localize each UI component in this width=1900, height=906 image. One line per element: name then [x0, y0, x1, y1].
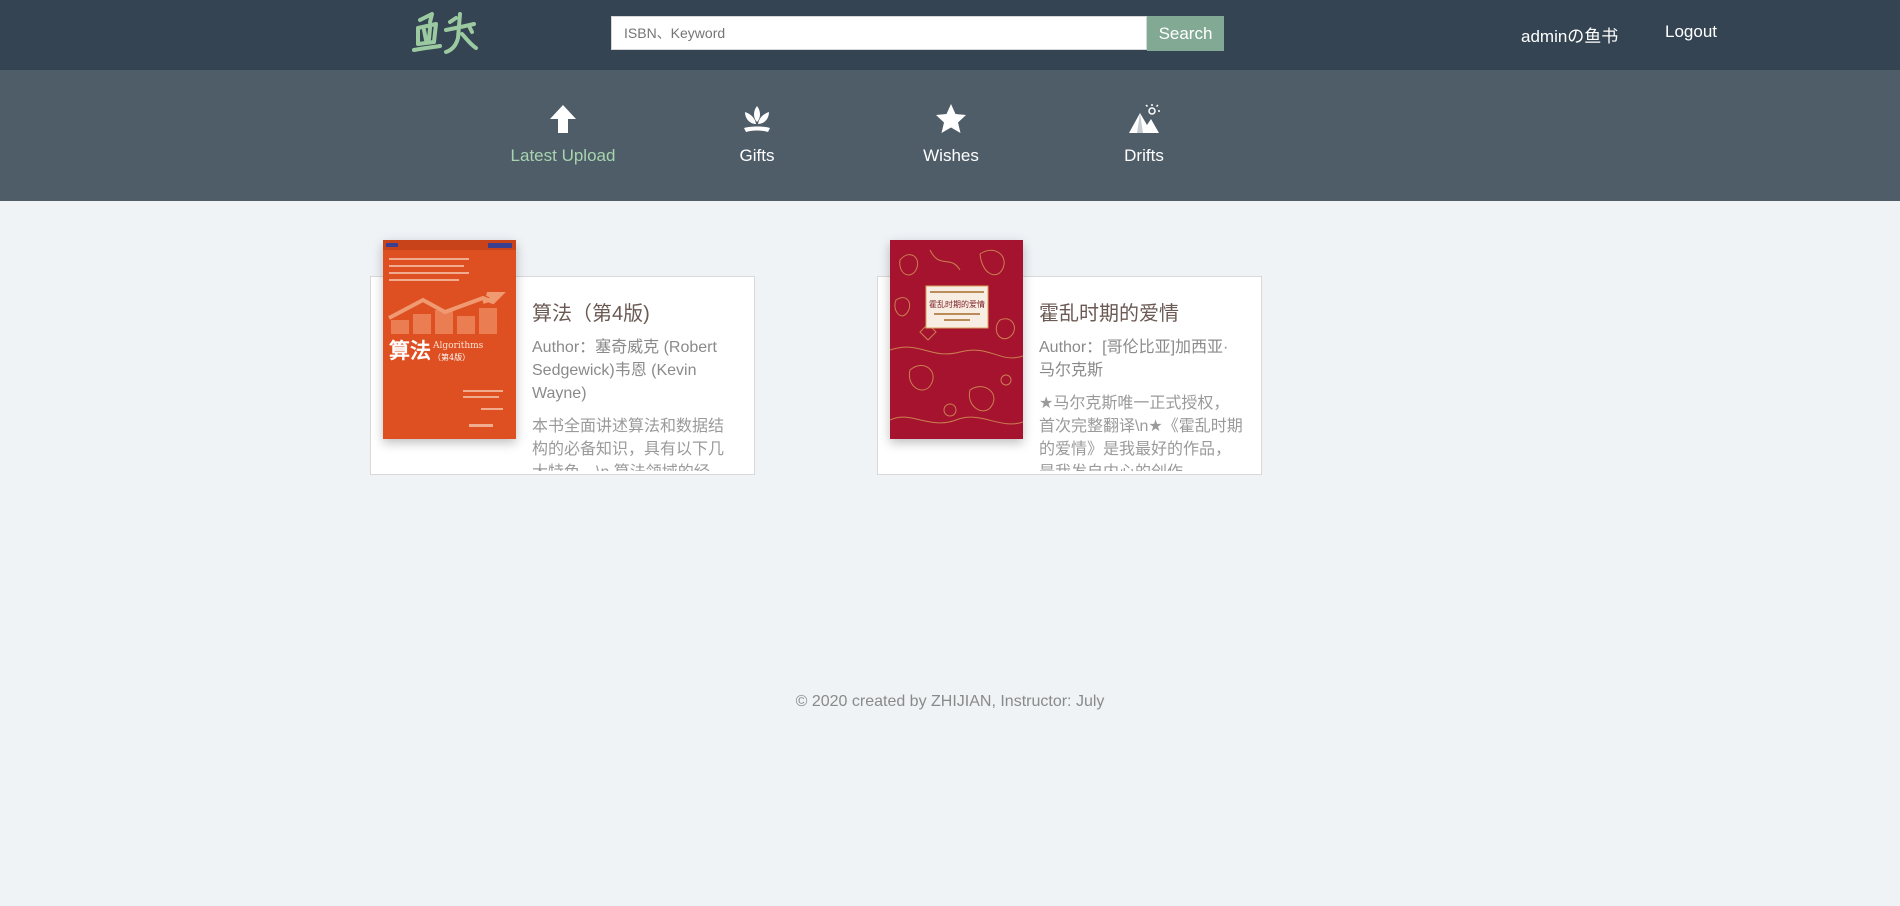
cover-title: 算法: [389, 338, 431, 363]
nav-gifts-label: Gifts: [739, 146, 775, 165]
nav-wishes-label: Wishes: [923, 146, 979, 165]
top-bar: Search adminの鱼书 Logout: [0, 0, 1900, 70]
book-title[interactable]: 算法（第4版): [532, 301, 737, 327]
nav-latest-upload[interactable]: Latest Upload: [498, 102, 628, 166]
category-nav: Latest Upload Gifts Wishes Drifts: [0, 70, 1900, 201]
search-input[interactable]: [611, 16, 1147, 50]
cover-subtitle: Algorithms: [432, 341, 484, 351]
book-author: Author：[哥伦比亚]加西亚·马尔克斯: [1039, 339, 1229, 379]
book-author: Author：塞奇威克 (Robert Sedgewick)韦恩 (Kevin …: [532, 339, 717, 402]
flower-icon: [692, 102, 822, 140]
love-cholera-cover-art: 霍乱时期的爱情: [890, 240, 1023, 439]
user-profile-link[interactable]: adminの鱼书: [1521, 22, 1618, 47]
nav-latest-upload-label: Latest Upload: [510, 146, 616, 165]
book-summary: 本书全面讲述算法和数据结构的必备知识，具有以下几大特色。\n 算法领域的经: [532, 418, 725, 471]
logo-icon: [412, 12, 478, 54]
algorithms-cover-art: 算法 Algorithms （第4版）: [383, 240, 516, 439]
book-title[interactable]: 霍乱时期的爱情: [1039, 301, 1244, 327]
nav-wishes[interactable]: Wishes: [886, 102, 1016, 166]
nav-gifts[interactable]: Gifts: [692, 102, 822, 166]
logo[interactable]: [410, 8, 480, 58]
mountain-icon: [1079, 102, 1209, 140]
footer: © 2020 created by ZHIJIAN, Instructor: J…: [795, 693, 1105, 710]
star-icon: [886, 102, 1016, 140]
upload-arrow-icon: [498, 102, 628, 140]
cover-title: 霍乱时期的爱情: [929, 299, 985, 309]
book-cover[interactable]: 霍乱时期的爱情: [890, 240, 1023, 439]
book-info: 算法（第4版) Author：塞奇威克 (Robert Sedgewick)韦恩…: [532, 301, 737, 471]
book-cover[interactable]: 算法 Algorithms （第4版）: [383, 240, 516, 439]
nav-drifts-label: Drifts: [1124, 146, 1164, 165]
cover-edition: （第4版）: [433, 352, 470, 362]
search-button[interactable]: Search: [1147, 16, 1224, 51]
book-summary: ★马尔克斯唯一正式授权，首次完整翻译\n★《霍乱时期的爱情》是我最好的作品，是我…: [1039, 395, 1243, 471]
logout-link[interactable]: Logout: [1665, 22, 1717, 42]
nav-drifts[interactable]: Drifts: [1079, 102, 1209, 166]
book-info: 霍乱时期的爱情 Author：[哥伦比亚]加西亚·马尔克斯 ★马尔克斯唯一正式授…: [1039, 301, 1244, 471]
